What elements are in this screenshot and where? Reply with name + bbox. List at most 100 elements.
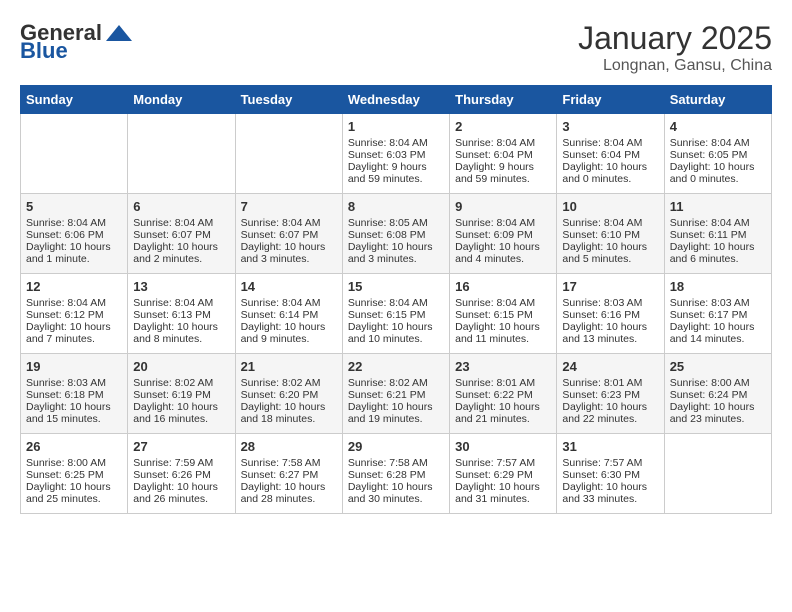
day-number: 19 — [26, 359, 122, 374]
calendar-cell: 30Sunrise: 7:57 AMSunset: 6:29 PMDayligh… — [450, 434, 557, 514]
day-number: 21 — [241, 359, 337, 374]
sunset-text: Sunset: 6:16 PM — [562, 309, 658, 321]
daylight-text: Daylight: 10 hours and 0 minutes. — [562, 161, 658, 185]
calendar-cell: 1Sunrise: 8:04 AMSunset: 6:03 PMDaylight… — [342, 114, 449, 194]
calendar-cell: 25Sunrise: 8:00 AMSunset: 6:24 PMDayligh… — [664, 354, 771, 434]
sunrise-text: Sunrise: 8:04 AM — [133, 217, 229, 229]
logo-area: General Blue — [20, 20, 134, 64]
calendar-cell: 24Sunrise: 8:01 AMSunset: 6:23 PMDayligh… — [557, 354, 664, 434]
day-number: 18 — [670, 279, 766, 294]
sunrise-text: Sunrise: 7:57 AM — [562, 457, 658, 469]
calendar-subtitle: Longnan, Gansu, China — [578, 57, 772, 75]
sunset-text: Sunset: 6:25 PM — [26, 469, 122, 481]
day-number: 13 — [133, 279, 229, 294]
sunrise-text: Sunrise: 7:58 AM — [241, 457, 337, 469]
daylight-text: Daylight: 10 hours and 19 minutes. — [348, 401, 444, 425]
calendar-cell: 16Sunrise: 8:04 AMSunset: 6:15 PMDayligh… — [450, 274, 557, 354]
sunrise-text: Sunrise: 8:04 AM — [562, 137, 658, 149]
sunset-text: Sunset: 6:07 PM — [133, 229, 229, 241]
calendar-cell — [21, 114, 128, 194]
day-number: 3 — [562, 119, 658, 134]
daylight-text: Daylight: 10 hours and 14 minutes. — [670, 321, 766, 345]
calendar-week-row: 19Sunrise: 8:03 AMSunset: 6:18 PMDayligh… — [21, 354, 772, 434]
daylight-text: Daylight: 9 hours and 59 minutes. — [348, 161, 444, 185]
sunset-text: Sunset: 6:17 PM — [670, 309, 766, 321]
sunset-text: Sunset: 6:04 PM — [562, 149, 658, 161]
weekday-header-friday: Friday — [557, 86, 664, 114]
day-number: 8 — [348, 199, 444, 214]
calendar-cell: 2Sunrise: 8:04 AMSunset: 6:04 PMDaylight… — [450, 114, 557, 194]
daylight-text: Daylight: 10 hours and 30 minutes. — [348, 481, 444, 505]
calendar-cell: 31Sunrise: 7:57 AMSunset: 6:30 PMDayligh… — [557, 434, 664, 514]
daylight-text: Daylight: 10 hours and 18 minutes. — [241, 401, 337, 425]
sunset-text: Sunset: 6:15 PM — [348, 309, 444, 321]
calendar-cell: 27Sunrise: 7:59 AMSunset: 6:26 PMDayligh… — [128, 434, 235, 514]
day-number: 2 — [455, 119, 551, 134]
calendar-cell — [235, 114, 342, 194]
sunset-text: Sunset: 6:24 PM — [670, 389, 766, 401]
calendar-cell: 14Sunrise: 8:04 AMSunset: 6:14 PMDayligh… — [235, 274, 342, 354]
sunrise-text: Sunrise: 8:04 AM — [455, 217, 551, 229]
sunrise-text: Sunrise: 8:04 AM — [670, 217, 766, 229]
sunrise-text: Sunrise: 8:00 AM — [670, 377, 766, 389]
sunrise-text: Sunrise: 7:59 AM — [133, 457, 229, 469]
sunset-text: Sunset: 6:15 PM — [455, 309, 551, 321]
daylight-text: Daylight: 10 hours and 23 minutes. — [670, 401, 766, 425]
sunset-text: Sunset: 6:04 PM — [455, 149, 551, 161]
day-number: 31 — [562, 439, 658, 454]
weekday-header-row: SundayMondayTuesdayWednesdayThursdayFrid… — [21, 86, 772, 114]
daylight-text: Daylight: 10 hours and 8 minutes. — [133, 321, 229, 345]
weekday-header-wednesday: Wednesday — [342, 86, 449, 114]
day-number: 27 — [133, 439, 229, 454]
calendar-week-row: 1Sunrise: 8:04 AMSunset: 6:03 PMDaylight… — [21, 114, 772, 194]
sunset-text: Sunset: 6:26 PM — [133, 469, 229, 481]
sunrise-text: Sunrise: 8:04 AM — [133, 297, 229, 309]
calendar-cell: 8Sunrise: 8:05 AMSunset: 6:08 PMDaylight… — [342, 194, 449, 274]
weekday-header-saturday: Saturday — [664, 86, 771, 114]
sunrise-text: Sunrise: 8:03 AM — [562, 297, 658, 309]
day-number: 16 — [455, 279, 551, 294]
calendar-cell: 12Sunrise: 8:04 AMSunset: 6:12 PMDayligh… — [21, 274, 128, 354]
sunrise-text: Sunrise: 8:04 AM — [26, 217, 122, 229]
calendar-cell: 23Sunrise: 8:01 AMSunset: 6:22 PMDayligh… — [450, 354, 557, 434]
sunrise-text: Sunrise: 7:57 AM — [455, 457, 551, 469]
calendar-week-row: 12Sunrise: 8:04 AMSunset: 6:12 PMDayligh… — [21, 274, 772, 354]
sunrise-text: Sunrise: 8:04 AM — [562, 217, 658, 229]
sunset-text: Sunset: 6:23 PM — [562, 389, 658, 401]
sunrise-text: Sunrise: 8:04 AM — [241, 217, 337, 229]
daylight-text: Daylight: 10 hours and 25 minutes. — [26, 481, 122, 505]
sunrise-text: Sunrise: 8:02 AM — [241, 377, 337, 389]
sunrise-text: Sunrise: 8:04 AM — [670, 137, 766, 149]
day-number: 24 — [562, 359, 658, 374]
sunset-text: Sunset: 6:21 PM — [348, 389, 444, 401]
sunset-text: Sunset: 6:29 PM — [455, 469, 551, 481]
daylight-text: Daylight: 10 hours and 11 minutes. — [455, 321, 551, 345]
sunset-text: Sunset: 6:14 PM — [241, 309, 337, 321]
calendar-title: January 2025 — [578, 20, 772, 57]
sunrise-text: Sunrise: 8:05 AM — [348, 217, 444, 229]
day-number: 23 — [455, 359, 551, 374]
calendar-cell: 15Sunrise: 8:04 AMSunset: 6:15 PMDayligh… — [342, 274, 449, 354]
sunset-text: Sunset: 6:12 PM — [26, 309, 122, 321]
calendar-cell: 19Sunrise: 8:03 AMSunset: 6:18 PMDayligh… — [21, 354, 128, 434]
sunrise-text: Sunrise: 8:04 AM — [241, 297, 337, 309]
calendar-cell: 9Sunrise: 8:04 AMSunset: 6:09 PMDaylight… — [450, 194, 557, 274]
day-number: 17 — [562, 279, 658, 294]
sunrise-text: Sunrise: 8:02 AM — [348, 377, 444, 389]
calendar-cell: 20Sunrise: 8:02 AMSunset: 6:19 PMDayligh… — [128, 354, 235, 434]
header: General Blue January 2025 Longnan, Gansu… — [20, 20, 772, 75]
calendar-cell: 26Sunrise: 8:00 AMSunset: 6:25 PMDayligh… — [21, 434, 128, 514]
calendar-cell: 7Sunrise: 8:04 AMSunset: 6:07 PMDaylight… — [235, 194, 342, 274]
calendar-cell: 3 Sunrise: 8:04 AMSunset: 6:04 PMDaylight… — [557, 114, 664, 194]
sunrise-text: Sunrise: 7:58 AM — [348, 457, 444, 469]
weekday-header-thursday: Thursday — [450, 86, 557, 114]
calendar-cell: 6Sunrise: 8:04 AMSunset: 6:07 PMDaylight… — [128, 194, 235, 274]
sunrise-text: Sunrise: 8:04 AM — [455, 137, 551, 149]
day-number: 15 — [348, 279, 444, 294]
sunrise-text: Sunrise: 8:02 AM — [133, 377, 229, 389]
sunset-text: Sunset: 6:13 PM — [133, 309, 229, 321]
sunset-text: Sunset: 6:19 PM — [133, 389, 229, 401]
day-number: 29 — [348, 439, 444, 454]
sunset-text: Sunset: 6:10 PM — [562, 229, 658, 241]
sunset-text: Sunset: 6:06 PM — [26, 229, 122, 241]
